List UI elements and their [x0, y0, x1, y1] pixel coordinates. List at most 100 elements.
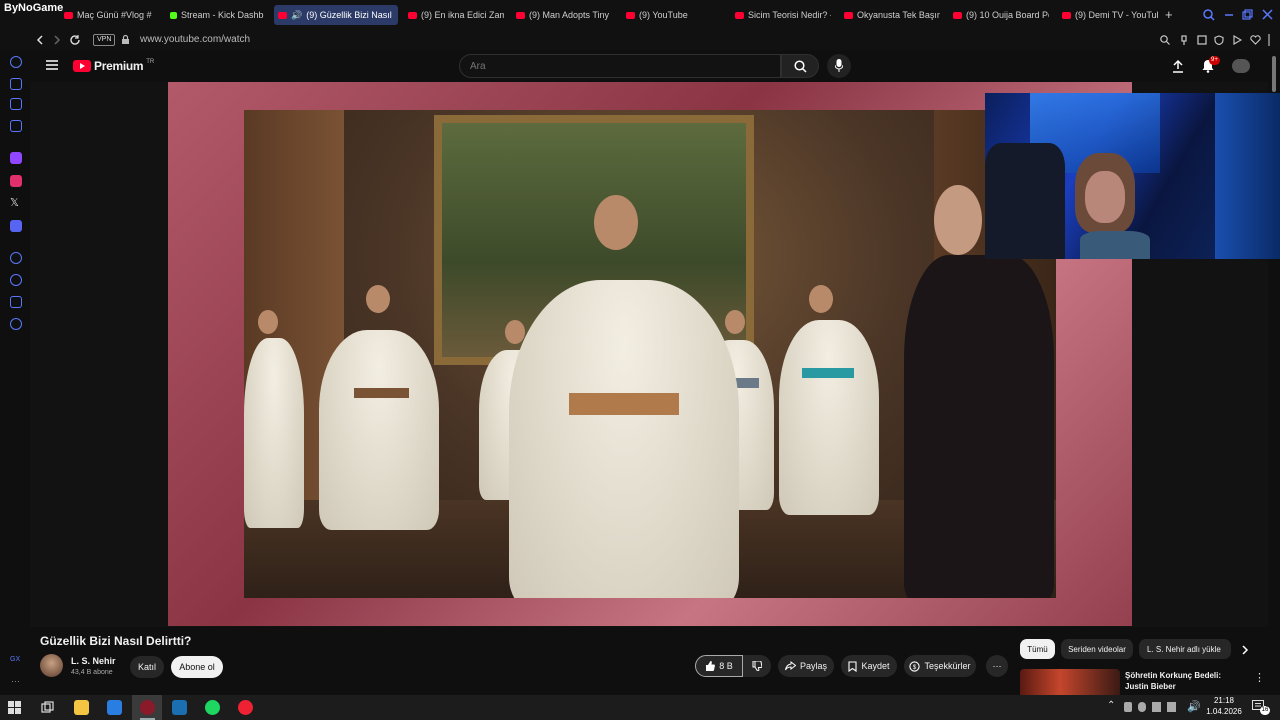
dislike-button[interactable] — [743, 655, 771, 677]
task-view-icon[interactable] — [41, 701, 54, 714]
history-icon[interactable] — [10, 274, 22, 286]
tab-4[interactable]: (9) En ikna Edici Zam — [404, 5, 504, 25]
tab-6[interactable]: (9) YouTube — [622, 5, 722, 25]
save-button[interactable]: Kaydet — [841, 655, 897, 677]
player-icon[interactable] — [10, 252, 22, 264]
tab-2[interactable]: Stream - Kick Dashb — [166, 5, 266, 25]
tab-1[interactable]: Maç Günü #Vlog # — [60, 5, 160, 25]
like-count: 8 B — [719, 661, 733, 671]
play-icon[interactable] — [1232, 35, 1242, 45]
subscribe-button[interactable]: Abone ol — [171, 656, 223, 678]
browser-tab-bar: ByNoGame Maç Günü #Vlog # Stream - Kick … — [0, 0, 1280, 30]
like-button[interactable]: 8 B — [695, 655, 743, 677]
video-frame[interactable] — [244, 110, 1056, 598]
recommendation-more-icon[interactable]: ⋮ — [1254, 671, 1265, 684]
messenger-icon[interactable] — [10, 120, 22, 132]
screenshot-icon[interactable] — [1197, 35, 1207, 45]
display-icon[interactable] — [1167, 702, 1176, 712]
reload-icon[interactable] — [70, 35, 81, 46]
notification-count-badge: 16 — [1260, 706, 1270, 715]
file-explorer-icon[interactable] — [74, 700, 89, 715]
share-button[interactable]: Paylaş — [778, 655, 834, 677]
aria-icon[interactable] — [10, 56, 22, 68]
microphone-tray-icon[interactable] — [1138, 702, 1146, 712]
thanks-button[interactable]: $ Teşekkürler — [904, 655, 976, 677]
spotify-icon[interactable] — [205, 700, 220, 715]
steam-icon[interactable] — [172, 700, 187, 715]
clock-time[interactable]: 21:18 — [1208, 696, 1240, 705]
search-icon[interactable] — [1203, 9, 1215, 21]
instagram-icon[interactable] — [10, 175, 22, 187]
streamer-face — [1085, 171, 1125, 223]
dancer-sash — [354, 388, 409, 398]
search-box[interactable] — [459, 54, 781, 78]
back-icon[interactable] — [35, 35, 45, 45]
vpn-badge[interactable]: VPN — [93, 34, 116, 46]
tab-10[interactable]: (9) Demi TV - YouTub — [1058, 5, 1158, 25]
close-icon[interactable] — [1262, 9, 1273, 20]
games-icon[interactable] — [10, 98, 22, 110]
zoom-icon[interactable] — [1160, 35, 1170, 45]
new-tab-button[interactable]: + — [1165, 7, 1173, 22]
pin-icon[interactable] — [1179, 35, 1189, 45]
x-twitter-icon[interactable]: 𝕏 — [10, 196, 19, 209]
video-info: Güzellik Bizi Nasıl Delirtti? L. S. Nehi… — [30, 627, 1268, 695]
youtube-premium-logo[interactable]: Premium TR — [73, 59, 154, 73]
youtube-icon — [516, 11, 525, 19]
scrollbar-thumb[interactable] — [1272, 56, 1276, 92]
clock-date[interactable]: 1.04.2026 — [1203, 707, 1245, 716]
hamburger-menu-icon[interactable] — [46, 60, 58, 70]
search-button[interactable] — [781, 54, 819, 78]
avatar[interactable] — [1232, 59, 1250, 73]
url-field[interactable]: www.youtube.com/watch — [140, 34, 250, 45]
search-input[interactable] — [460, 55, 760, 77]
channel-name[interactable]: L. S. Nehir — [71, 656, 116, 666]
windows-taskbar: ⌃ 🔊 21:18 1.04.2026 16 — [0, 695, 1280, 720]
volume-icon[interactable]: 🔊 — [1187, 700, 1201, 713]
opera-gx-icon[interactable] — [140, 700, 155, 715]
more-sidebar-icon[interactable]: ⋯ — [11, 676, 20, 687]
heart-icon[interactable] — [1250, 35, 1261, 45]
app-icon[interactable] — [238, 700, 253, 715]
more-actions-button[interactable]: ⋯ — [986, 655, 1008, 677]
share-icon — [784, 661, 796, 671]
chip-uploads[interactable]: L. S. Nehir adlı yükle — [1139, 639, 1231, 659]
shopping-icon[interactable] — [10, 78, 22, 90]
streamer-shirt — [1080, 231, 1150, 259]
join-button[interactable]: Katıl — [130, 656, 164, 678]
kick-icon — [170, 11, 177, 19]
tab-9[interactable]: (9) 10 Ouija Board Po — [949, 5, 1049, 25]
windows-start-icon[interactable] — [8, 701, 21, 714]
tab-8[interactable]: Okyanusta Tek Başın — [840, 5, 940, 25]
shield-icon[interactable] — [1214, 35, 1224, 45]
voice-search-button[interactable] — [827, 54, 851, 78]
upload-icon[interactable] — [1172, 59, 1184, 73]
usb-icon[interactable] — [1124, 702, 1132, 712]
address-bar: VPN www.youtube.com/watch — [0, 30, 1280, 50]
chip-series[interactable]: Seriden videolar — [1061, 639, 1133, 659]
system-tray[interactable] — [1124, 702, 1182, 712]
forward-icon[interactable] — [52, 35, 62, 45]
discord-icon[interactable] — [10, 220, 22, 232]
extensions-icon[interactable] — [10, 296, 22, 308]
browser-logo: ByNoGame — [4, 2, 64, 14]
browser-sidebar: 𝕏 GX ⋯ — [0, 50, 30, 695]
outlook-icon[interactable] — [107, 700, 122, 715]
tab-7[interactable]: Sicim Teorisi Nedir? - — [731, 5, 831, 25]
settings-icon[interactable] — [10, 318, 22, 330]
gx-icon[interactable]: GX — [10, 656, 20, 663]
menu-icon[interactable] — [1268, 34, 1270, 46]
channel-avatar[interactable] — [40, 654, 63, 677]
recommendation-title[interactable]: Şöhretin Korkunç Bedeli: Justin Bieber — [1125, 670, 1245, 692]
restore-icon[interactable] — [1242, 9, 1253, 20]
tray-chevron-icon[interactable]: ⌃ — [1107, 700, 1115, 711]
dancer-head — [366, 285, 390, 313]
minimize-icon[interactable] — [1224, 10, 1234, 20]
twitch-icon[interactable] — [10, 152, 22, 164]
tab-5[interactable]: (9) Man Adopts Tiny — [512, 5, 612, 25]
tab-3-active[interactable]: 🔊 (9) Güzellik Bizi Nasıl — [274, 5, 398, 25]
chip-all[interactable]: Tümü — [1020, 639, 1055, 659]
chevron-right-icon[interactable] — [1241, 645, 1249, 655]
recommendation-thumbnail[interactable] — [1020, 669, 1120, 695]
network-icon[interactable] — [1152, 702, 1161, 712]
